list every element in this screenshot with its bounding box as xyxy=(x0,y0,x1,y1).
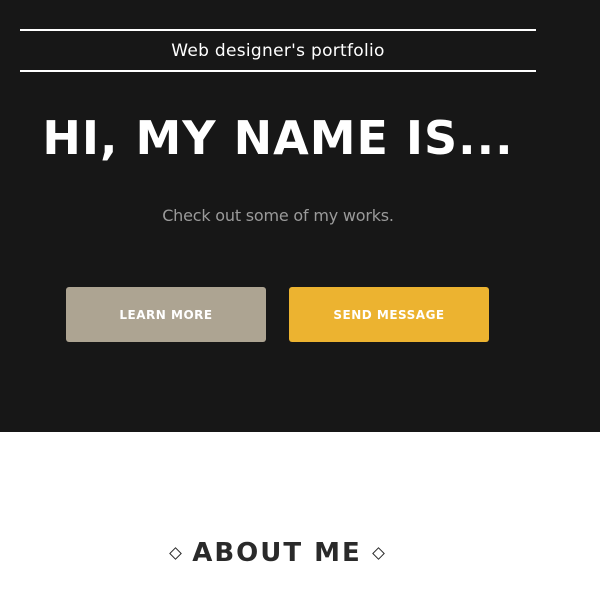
hero-heading: HI, MY NAME IS... xyxy=(42,111,514,165)
hero-subtitle: Check out some of my works. xyxy=(162,206,394,225)
about-section: ABOUT ME xyxy=(0,432,600,600)
about-heading: ABOUT ME xyxy=(0,538,554,568)
diamond-icon xyxy=(371,546,385,560)
hero-section: Web designer's portfolio HI, MY NAME IS.… xyxy=(0,0,600,432)
learn-more-button[interactable]: LEARN MORE xyxy=(66,287,266,342)
site-title-bar: Web designer's portfolio xyxy=(20,29,536,72)
diamond-icon xyxy=(169,546,183,560)
site-title: Web designer's portfolio xyxy=(171,40,385,61)
send-message-button[interactable]: SEND MESSAGE xyxy=(289,287,489,342)
about-title: ABOUT ME xyxy=(192,538,362,568)
